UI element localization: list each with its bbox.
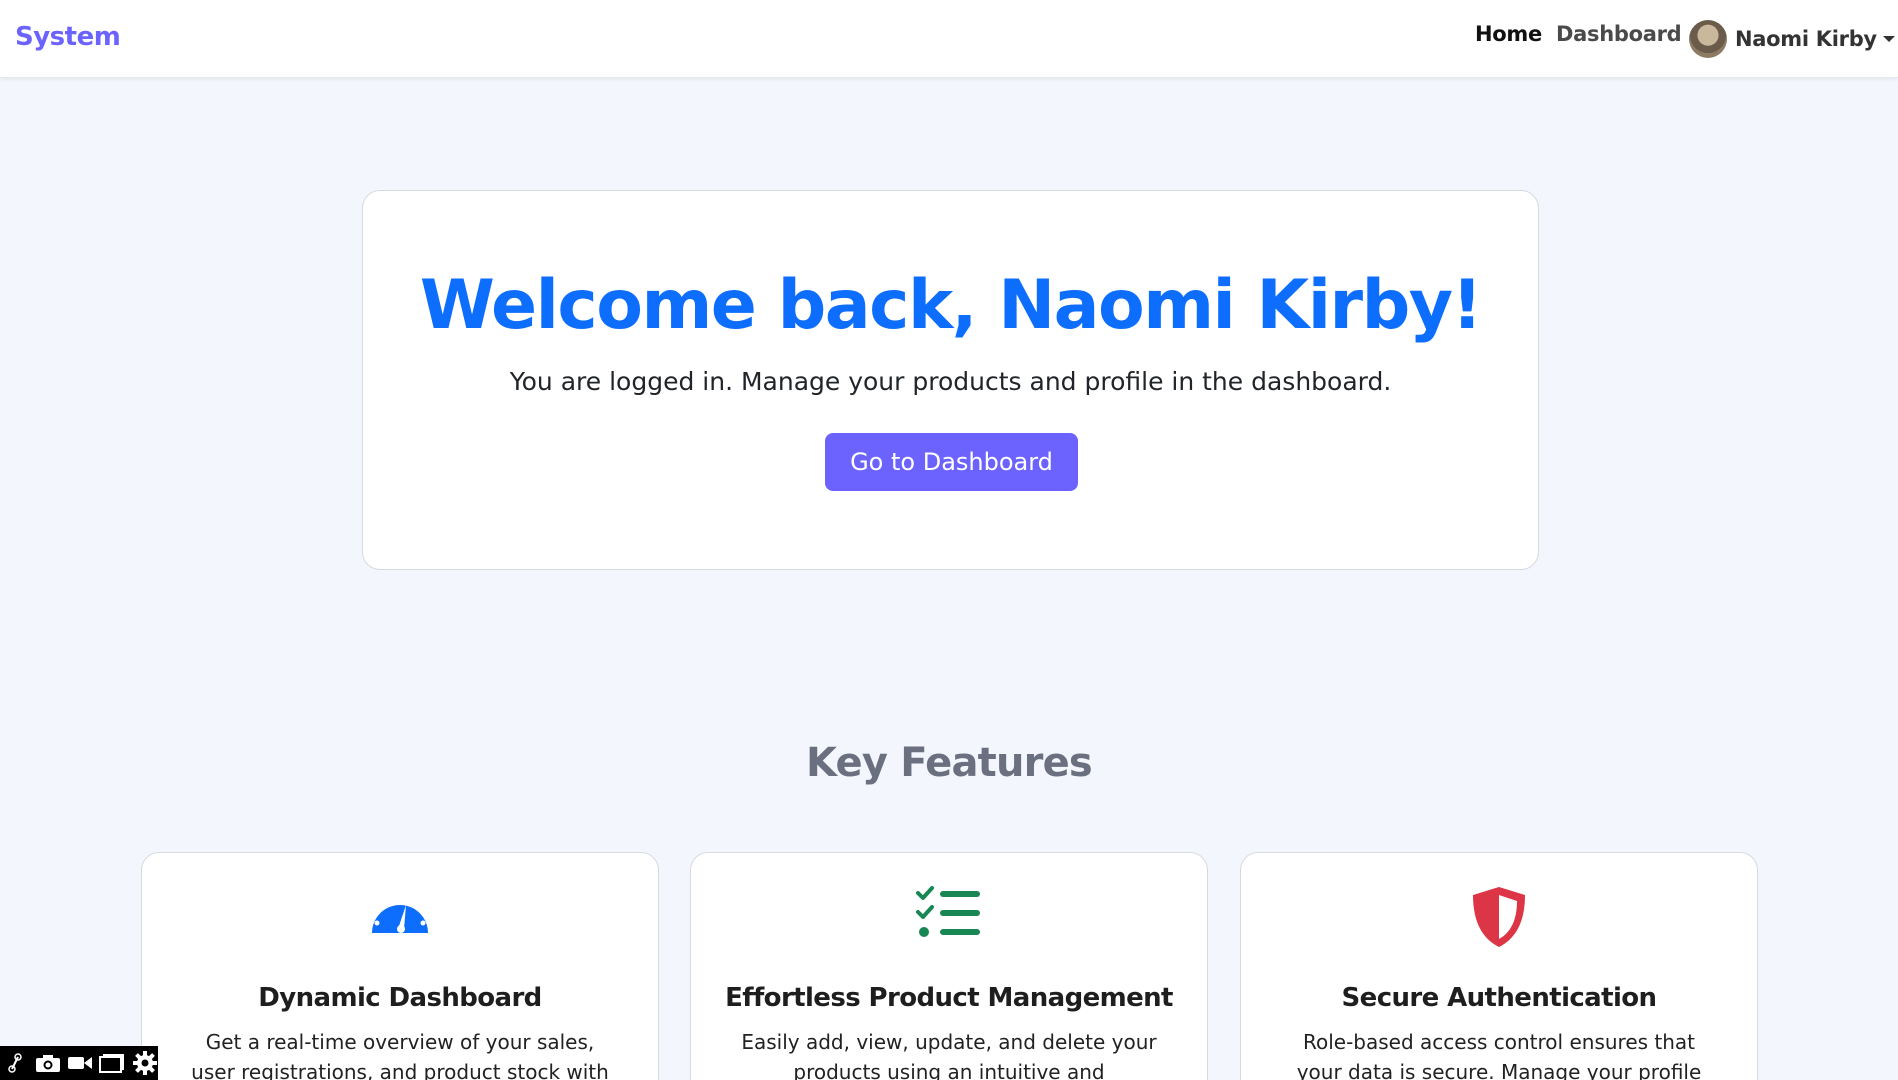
link-icon[interactable] bbox=[2, 1049, 28, 1077]
feature-description: Get a real-time overview of your sales, … bbox=[191, 1030, 609, 1080]
go-to-dashboard-button[interactable]: Go to Dashboard bbox=[825, 433, 1078, 491]
brand-logo[interactable]: System bbox=[15, 22, 121, 52]
chevron-down-icon bbox=[1882, 36, 1895, 42]
avatar bbox=[1689, 20, 1727, 58]
speedometer-icon bbox=[142, 885, 658, 947]
checklist-icon bbox=[691, 885, 1207, 947]
feature-card-products: Effortless Product Management Easily add… bbox=[690, 852, 1208, 1080]
welcome-title: Welcome back, Naomi Kirby! bbox=[419, 266, 1483, 345]
feature-card-auth: Secure Authentication Role-based access … bbox=[1240, 852, 1758, 1080]
video-icon[interactable] bbox=[67, 1049, 93, 1077]
feature-card-dashboard: Dynamic Dashboard Get a real-time overvi… bbox=[141, 852, 659, 1080]
window-icon[interactable] bbox=[99, 1049, 125, 1077]
user-name: Naomi Kirby bbox=[1735, 27, 1877, 51]
feature-description: Role-based access control ensures that y… bbox=[1296, 1030, 1702, 1080]
nav-dashboard-link[interactable]: Dashboard bbox=[1556, 22, 1682, 46]
user-menu[interactable]: Naomi Kirby bbox=[1689, 18, 1895, 60]
features-heading: Key Features bbox=[806, 740, 1093, 786]
feature-title: Dynamic Dashboard bbox=[258, 983, 542, 1013]
navbar: System Home Dashboard Naomi Kirby bbox=[0, 0, 1898, 78]
feature-title: Effortless Product Management bbox=[725, 983, 1173, 1013]
shield-icon bbox=[1241, 885, 1757, 947]
feature-title: Secure Authentication bbox=[1341, 983, 1658, 1013]
feature-description: Easily add, view, update, and delete you… bbox=[741, 1030, 1157, 1080]
welcome-subtitle: You are logged in. Manage your products … bbox=[509, 367, 1392, 396]
welcome-card: Welcome back, Naomi Kirby! You are logge… bbox=[362, 190, 1539, 570]
camera-icon[interactable] bbox=[34, 1049, 60, 1077]
nav-home-link[interactable]: Home bbox=[1475, 22, 1542, 46]
gear-icon[interactable] bbox=[132, 1049, 158, 1077]
capture-toolbar bbox=[0, 1046, 158, 1080]
